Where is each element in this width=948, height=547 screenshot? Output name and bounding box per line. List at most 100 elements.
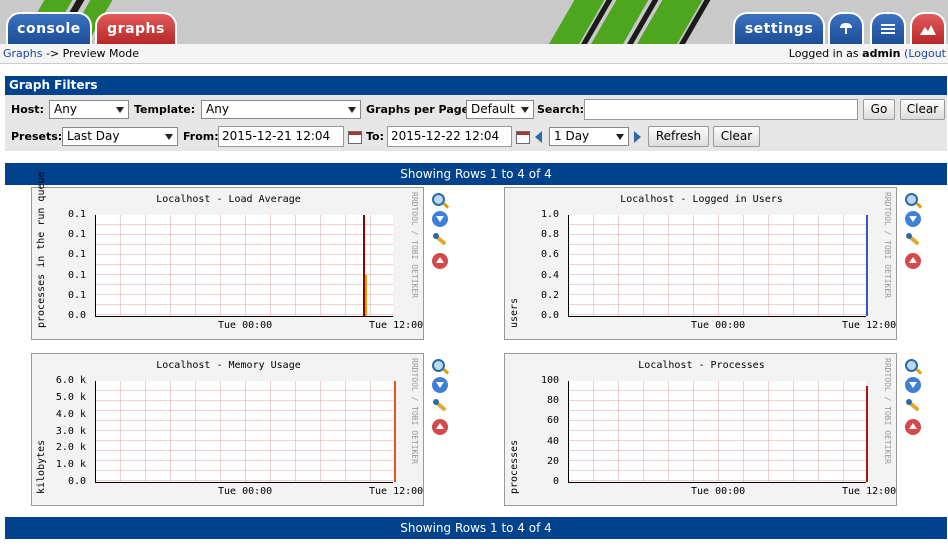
y-tick-label: 0.1	[67, 229, 86, 241]
shift-left-icon[interactable]	[535, 131, 542, 143]
graph-3[interactable]: Localhost - Memory Usage RRDTOOL / TOBI O…	[31, 353, 424, 506]
chevron-down-icon	[521, 107, 529, 113]
clear-time-button[interactable]: Clear	[713, 126, 760, 147]
search-label: Search:	[537, 103, 584, 116]
y-tick-label: 60	[546, 415, 559, 427]
shift-right-icon[interactable]	[634, 131, 641, 143]
y-tick-label: 0.2	[540, 289, 559, 301]
login-prefix: Logged in as	[788, 47, 859, 60]
go-button[interactable]: Go	[863, 99, 895, 120]
rrdtool-watermark: RRDTOOL / TOBI OETIKER	[883, 192, 892, 298]
graph-filters-title: Graph Filters	[5, 76, 947, 95]
y-tick-label: 0.1	[67, 209, 86, 220]
to-date-input[interactable]: 2015-12-22 12:04	[387, 126, 512, 147]
rrdtool-watermark: RRDTOOL / TOBI OETIKER	[883, 358, 892, 464]
x-tick-label: Tue 00:00	[691, 486, 746, 497]
zoom-icon[interactable]	[432, 193, 445, 206]
timespan-select-value: 1 Day	[554, 129, 590, 143]
clear-filters-button[interactable]: Clear	[900, 99, 945, 120]
graph-2[interactable]: Localhost - Logged in Users RRDTOOL / TOB…	[504, 187, 897, 340]
wrench-icon[interactable]	[905, 232, 921, 248]
graph-ylabel: processes in the run queue	[36, 171, 47, 328]
logout-link[interactable]: (Logout	[904, 47, 946, 60]
calendar-icon[interactable]	[516, 131, 530, 144]
rows-status-top: Showing Rows 1 to 4 of 4	[5, 163, 947, 185]
from-label: From:	[183, 130, 219, 143]
tab-graphs[interactable]: graphs	[95, 12, 177, 44]
host-select[interactable]: Any	[49, 100, 129, 119]
graph-title: Localhost - Memory Usage	[156, 360, 301, 371]
graph-plot-area	[95, 381, 393, 483]
y-tick-label: 0.1	[67, 269, 86, 281]
up-arrow-icon[interactable]	[905, 419, 921, 435]
wrench-icon[interactable]	[432, 398, 448, 414]
download-icon[interactable]	[432, 377, 448, 393]
list-view-icon[interactable]	[870, 12, 906, 44]
tab-console[interactable]: console	[6, 12, 92, 44]
preview-view-icon[interactable]	[910, 12, 946, 44]
graph-ylabel: users	[509, 297, 520, 328]
graph-title: Localhost - Logged in Users	[620, 194, 783, 205]
graph-title: Localhost - Processes	[638, 360, 765, 371]
download-icon[interactable]	[905, 211, 921, 227]
rrdtool-watermark: RRDTOOL / TOBI OETIKER	[410, 358, 419, 464]
host-label: Host:	[11, 103, 44, 116]
template-select[interactable]: Any	[201, 100, 361, 119]
x-tick-label: Tue 00:00	[691, 320, 746, 331]
breadcrumb-current: Preview Mode	[62, 47, 139, 60]
up-arrow-icon[interactable]	[432, 419, 448, 435]
up-arrow-icon[interactable]	[905, 253, 921, 269]
y-tick-label: 0.0	[67, 476, 86, 487]
y-tick-label: 0.1	[67, 289, 86, 301]
graph-4[interactable]: Localhost - Processes RRDTOOL / TOBI OETI…	[504, 353, 897, 506]
y-tick-label: 0.0	[540, 310, 559, 321]
graphs-per-page-value: Default	[471, 102, 515, 116]
y-tick-label: 5.0 k	[55, 391, 86, 403]
y-tick-label: 0.4	[540, 269, 559, 281]
from-date-input[interactable]: 2015-12-21 12:04	[218, 126, 344, 147]
y-tick-label: 0.1	[67, 249, 86, 261]
zoom-icon[interactable]	[432, 359, 445, 372]
x-tick-label: Tue 12:00	[842, 320, 897, 331]
wrench-icon[interactable]	[432, 232, 448, 248]
y-tick-label: 3.0 k	[55, 425, 86, 437]
x-tick-label: Tue 12:00	[369, 486, 424, 497]
download-icon[interactable]	[432, 211, 448, 227]
y-tick-label: 40	[546, 435, 559, 447]
zoom-icon[interactable]	[905, 359, 918, 372]
template-label: Template:	[134, 103, 196, 116]
refresh-button[interactable]: Refresh	[648, 126, 709, 147]
rrdtool-watermark: RRDTOOL / TOBI OETIKER	[410, 192, 419, 298]
graph-actions	[905, 193, 923, 274]
zoom-icon[interactable]	[905, 193, 918, 206]
presets-select-value: Last Day	[67, 129, 120, 143]
graphs-per-page-label: Graphs per Page:	[366, 103, 474, 116]
y-tick-label: 80	[546, 395, 559, 407]
up-arrow-icon[interactable]	[432, 253, 448, 269]
timespan-select[interactable]: 1 Day	[549, 127, 629, 146]
y-tick-label: 1.0 k	[55, 459, 86, 471]
y-tick-label: 1.0	[540, 209, 559, 220]
y-tick-label: 4.0 k	[55, 408, 86, 420]
graph-actions	[432, 193, 450, 274]
search-input[interactable]	[584, 99, 858, 120]
y-tick-label: 2.0 k	[55, 442, 86, 454]
calendar-icon[interactable]	[348, 131, 362, 144]
graph-ylabel: processes	[509, 439, 520, 494]
breadcrumb: Graphs -> Preview Mode Logged in as admi…	[0, 44, 948, 64]
wrench-icon[interactable]	[905, 398, 921, 414]
x-tick-label: Tue 00:00	[218, 320, 273, 331]
graph-title: Localhost - Load Average	[156, 194, 301, 205]
graph-1[interactable]: Localhost - Load Average RRDTOOL / TOBI O…	[31, 171, 424, 340]
presets-select[interactable]: Last Day	[62, 127, 178, 146]
breadcrumb-graphs-link[interactable]: Graphs	[3, 47, 42, 60]
chevron-down-icon	[116, 107, 124, 113]
data-spike	[866, 215, 868, 316]
graphs-per-page-select[interactable]: Default	[466, 100, 534, 119]
tree-view-icon[interactable]	[828, 12, 864, 44]
login-user: admin	[862, 47, 901, 60]
download-icon[interactable]	[905, 377, 921, 393]
rows-status-bottom: Showing Rows 1 to 4 of 4	[5, 517, 947, 539]
y-tick-label: 0	[552, 476, 559, 487]
tab-settings[interactable]: settings	[733, 12, 825, 44]
